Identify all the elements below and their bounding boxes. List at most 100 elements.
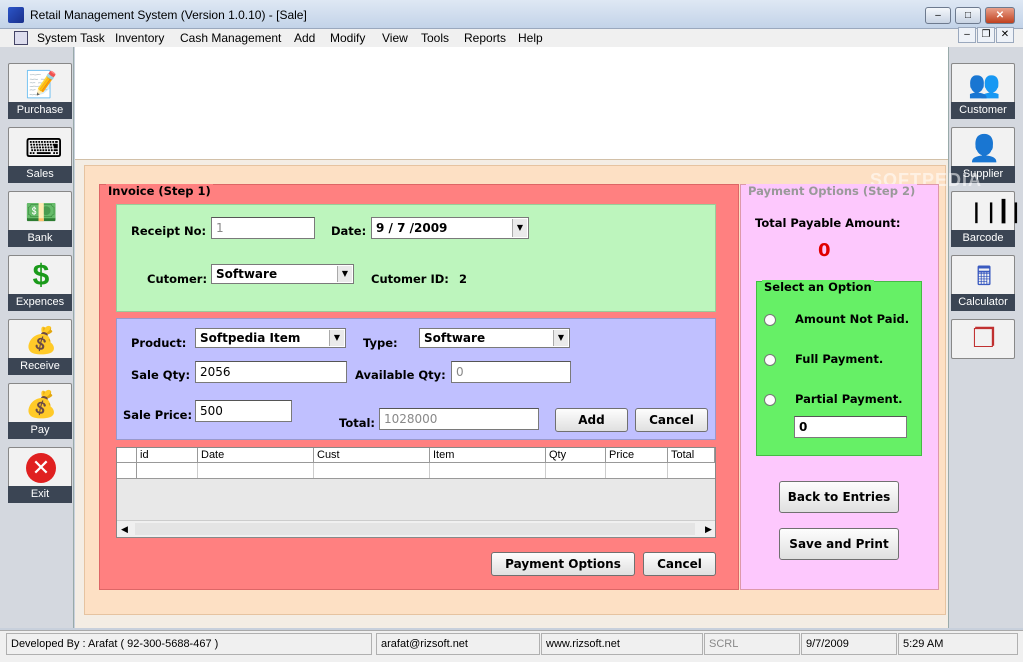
receive-label: Receive — [8, 358, 72, 375]
total-input[interactable]: 1028000 — [379, 408, 539, 430]
scroll-track[interactable] — [135, 523, 695, 535]
option-full-payment[interactable]: Full Payment. — [795, 352, 883, 366]
partial-amount-input[interactable]: 0 — [794, 416, 907, 438]
grid-header-price[interactable]: Price — [606, 448, 668, 463]
grid-header: id Date Cust Item Qty Price Total — [117, 448, 715, 479]
calculator-button[interactable]: 🖩 Calculator — [951, 255, 1015, 311]
menu-tools[interactable]: Tools — [421, 29, 449, 47]
add-button[interactable]: Add — [555, 408, 628, 432]
close-button[interactable]: ✕ — [985, 7, 1015, 24]
right-toolbar: 👥 Customer 👤 Supplier ❘❘┃❘┃ Barcode 🖩 Ca… — [948, 47, 1023, 628]
type-value: Software — [424, 331, 486, 345]
grid-cell[interactable] — [198, 463, 314, 478]
save-and-print-button[interactable]: Save and Print — [779, 528, 899, 560]
barcode-icon: ❘❘┃❘┃ — [968, 201, 1023, 223]
grid-header-qty[interactable]: Qty — [546, 448, 606, 463]
back-to-entries-button[interactable]: Back to Entries — [779, 481, 899, 513]
bank-label: Bank — [8, 230, 72, 247]
receive-button[interactable]: 💰 Receive — [8, 319, 72, 375]
minimize-button[interactable]: – — [925, 7, 951, 24]
radio-partial-payment[interactable] — [764, 394, 776, 406]
grid-cell[interactable] — [546, 463, 606, 478]
scroll-right-icon[interactable]: ▶ — [705, 524, 712, 535]
grid-header-total[interactable]: Total — [668, 448, 715, 463]
receipt-input[interactable]: 1 — [211, 217, 315, 239]
menu-modify[interactable]: Modify — [330, 29, 365, 47]
payment-legend: Payment Options (Step 2) — [746, 184, 918, 198]
chevron-down-icon[interactable]: ▼ — [512, 219, 527, 237]
grid-header-id[interactable]: id — [137, 448, 198, 463]
available-qty-input[interactable]: 0 — [451, 361, 571, 383]
left-toolbar: 📝 Purchase ⌨ Sales 💵 Bank $ Expences 💰 R… — [0, 47, 74, 628]
calculator-label: Calculator — [951, 294, 1015, 311]
radio-full-payment[interactable] — [764, 354, 776, 366]
product-label: Product: — [131, 336, 187, 350]
total-payable-label: Total Payable Amount: — [755, 216, 901, 230]
menu-view[interactable]: View — [382, 29, 408, 47]
grid-header-cust[interactable]: Cust — [314, 448, 430, 463]
chevron-down-icon[interactable]: ▼ — [329, 330, 344, 346]
grid-row-selector[interactable] — [117, 463, 137, 478]
receive-money-icon: 💰 — [25, 325, 58, 355]
mdi-minimize-button[interactable]: – — [958, 27, 976, 43]
purchase-label: Purchase — [8, 102, 72, 119]
date-picker[interactable]: 9 / 7 /2009 ▼ — [371, 217, 529, 239]
mdi-close-button[interactable]: ✕ — [996, 27, 1014, 43]
app-icon[interactable] — [8, 7, 24, 23]
menu-add[interactable]: Add — [294, 29, 315, 47]
receipt-label: Receipt No: — [131, 224, 207, 238]
cancel-item-button[interactable]: Cancel — [635, 408, 708, 432]
grid-header-item[interactable]: Item — [430, 448, 546, 463]
menu-help[interactable]: Help — [518, 29, 543, 47]
grid-header-date[interactable]: Date — [198, 448, 314, 463]
chevron-down-icon[interactable]: ▼ — [553, 330, 568, 346]
maximize-button[interactable]: □ — [955, 7, 981, 24]
customer-icon: 👥 — [968, 69, 1001, 99]
menu-inventory[interactable]: Inventory — [115, 29, 164, 47]
radio-amount-not-paid[interactable] — [764, 314, 776, 326]
customer-label: Customer — [951, 102, 1015, 119]
total-label: Total: — [339, 416, 376, 430]
grid-cell[interactable] — [430, 463, 546, 478]
menu-reports[interactable]: Reports — [464, 29, 506, 47]
bank-button[interactable]: 💵 Bank — [8, 191, 72, 247]
supplier-icon: 👤 — [968, 133, 1001, 163]
available-qty-label: Available Qty: — [355, 368, 446, 382]
customer-select[interactable]: Software ▼ — [211, 264, 354, 284]
cancel-button[interactable]: Cancel — [643, 552, 716, 576]
horizontal-scrollbar[interactable]: ◀ ▶ — [117, 520, 715, 537]
pay-button[interactable]: 💰 Pay — [8, 383, 72, 439]
main-top-area — [75, 47, 948, 159]
select-option-legend: Select an Option — [762, 280, 874, 294]
windows-button[interactable]: ❐ — [951, 319, 1015, 359]
status-developer: Developed By : Arafat ( 92-300-5688-467 … — [6, 633, 372, 655]
payment-options-button[interactable]: Payment Options — [491, 552, 635, 576]
scroll-left-icon[interactable]: ◀ — [121, 524, 128, 535]
customer-label: Cutomer: — [147, 272, 208, 286]
expences-button[interactable]: $ Expences — [8, 255, 72, 311]
barcode-button[interactable]: ❘❘┃❘┃ Barcode — [951, 191, 1023, 247]
grid-cell[interactable] — [137, 463, 198, 478]
purchase-button[interactable]: 📝 Purchase — [8, 63, 72, 119]
sale-qty-input[interactable]: 2056 — [195, 361, 347, 383]
grid-cell[interactable] — [314, 463, 430, 478]
option-partial-payment[interactable]: Partial Payment. — [795, 392, 903, 406]
type-select[interactable]: Software ▼ — [419, 328, 570, 348]
option-amount-not-paid[interactable]: Amount Not Paid. — [795, 312, 909, 326]
exit-button[interactable]: ✕ Exit — [8, 447, 72, 503]
product-select[interactable]: Softpedia Item ▼ — [195, 328, 346, 348]
sale-price-input[interactable]: 500 — [195, 400, 292, 422]
menu-cash-management[interactable]: Cash Management — [180, 29, 281, 47]
chevron-down-icon[interactable]: ▼ — [337, 266, 352, 282]
customer-button[interactable]: 👥 Customer — [951, 63, 1015, 119]
mdi-child-icon[interactable] — [14, 31, 28, 45]
sales-button[interactable]: ⌨ Sales — [8, 127, 72, 183]
cascade-windows-icon: ❐ — [972, 323, 996, 353]
grid-cell[interactable] — [606, 463, 668, 478]
title-bar: Retail Management System (Version 1.0.10… — [0, 0, 1023, 29]
menu-system-task[interactable]: System Task — [37, 29, 105, 47]
mdi-restore-button[interactable]: ❐ — [977, 27, 995, 43]
items-grid[interactable]: id Date Cust Item Qty Price Total ◀ ▶ — [116, 447, 716, 538]
menu-bar: System Task Inventory Cash Management Ad… — [0, 29, 1023, 47]
status-time: 5:29 AM — [898, 633, 1018, 655]
